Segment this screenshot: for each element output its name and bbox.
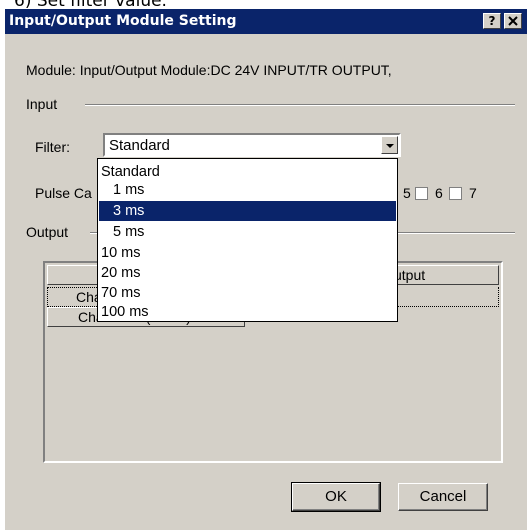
cancel-button[interactable]: Cancel — [398, 483, 488, 511]
filter-dropdown-list[interactable]: Standard 1 ms 3 ms 5 ms 10 ms 20 ms 70 m… — [97, 158, 398, 322]
output-group-label: Output — [26, 224, 69, 240]
pulse-bit-6-label: 6 — [435, 185, 443, 201]
module-line: Module: Input/Output Module:DC 24V INPUT… — [26, 62, 392, 78]
filter-option-20ms[interactable]: 20 ms — [99, 263, 396, 283]
module-value: Input/Output Module:DC 24V INPUT/TR OUTP… — [79, 62, 392, 78]
pulse-bit-5-label: 5 — [403, 185, 411, 201]
pulse-catch-label: Pulse Ca — [35, 185, 92, 201]
module-label: Module: — [26, 62, 76, 78]
filter-option-70ms[interactable]: 70 ms — [99, 283, 396, 303]
filter-option-10ms[interactable]: 10 ms — [99, 243, 396, 263]
filter-label: Filter: — [35, 139, 70, 155]
filter-option-standard[interactable]: Standard — [99, 162, 396, 182]
help-button[interactable]: ? — [483, 13, 501, 29]
input-group-label: Input — [26, 96, 58, 112]
column-header-output-label: utput — [394, 267, 426, 283]
dialog-titlebar[interactable]: Input/Output Module Setting ? — [5, 9, 527, 34]
filter-combobox[interactable]: Standard — [103, 133, 401, 157]
dialog-title: Input/Output Module Setting — [9, 13, 237, 29]
filter-option-3ms[interactable]: 3 ms — [99, 201, 396, 221]
filter-option-100ms[interactable]: 100 ms — [99, 302, 396, 322]
close-icon — [508, 16, 518, 26]
pulse-bit-5-checkbox[interactable] — [415, 187, 428, 200]
chevron-down-icon[interactable] — [381, 136, 398, 154]
filter-option-5ms[interactable]: 5 ms — [99, 222, 396, 242]
pulse-bit-7-label: 7 — [469, 185, 477, 201]
close-button[interactable] — [504, 13, 522, 29]
filter-value: Standard — [109, 137, 170, 154]
filter-option-1ms[interactable]: 1 ms — [99, 180, 396, 200]
input-group-divider — [85, 104, 515, 106]
ok-button[interactable]: OK — [291, 482, 381, 512]
pulse-bit-6-checkbox[interactable] — [449, 187, 462, 200]
